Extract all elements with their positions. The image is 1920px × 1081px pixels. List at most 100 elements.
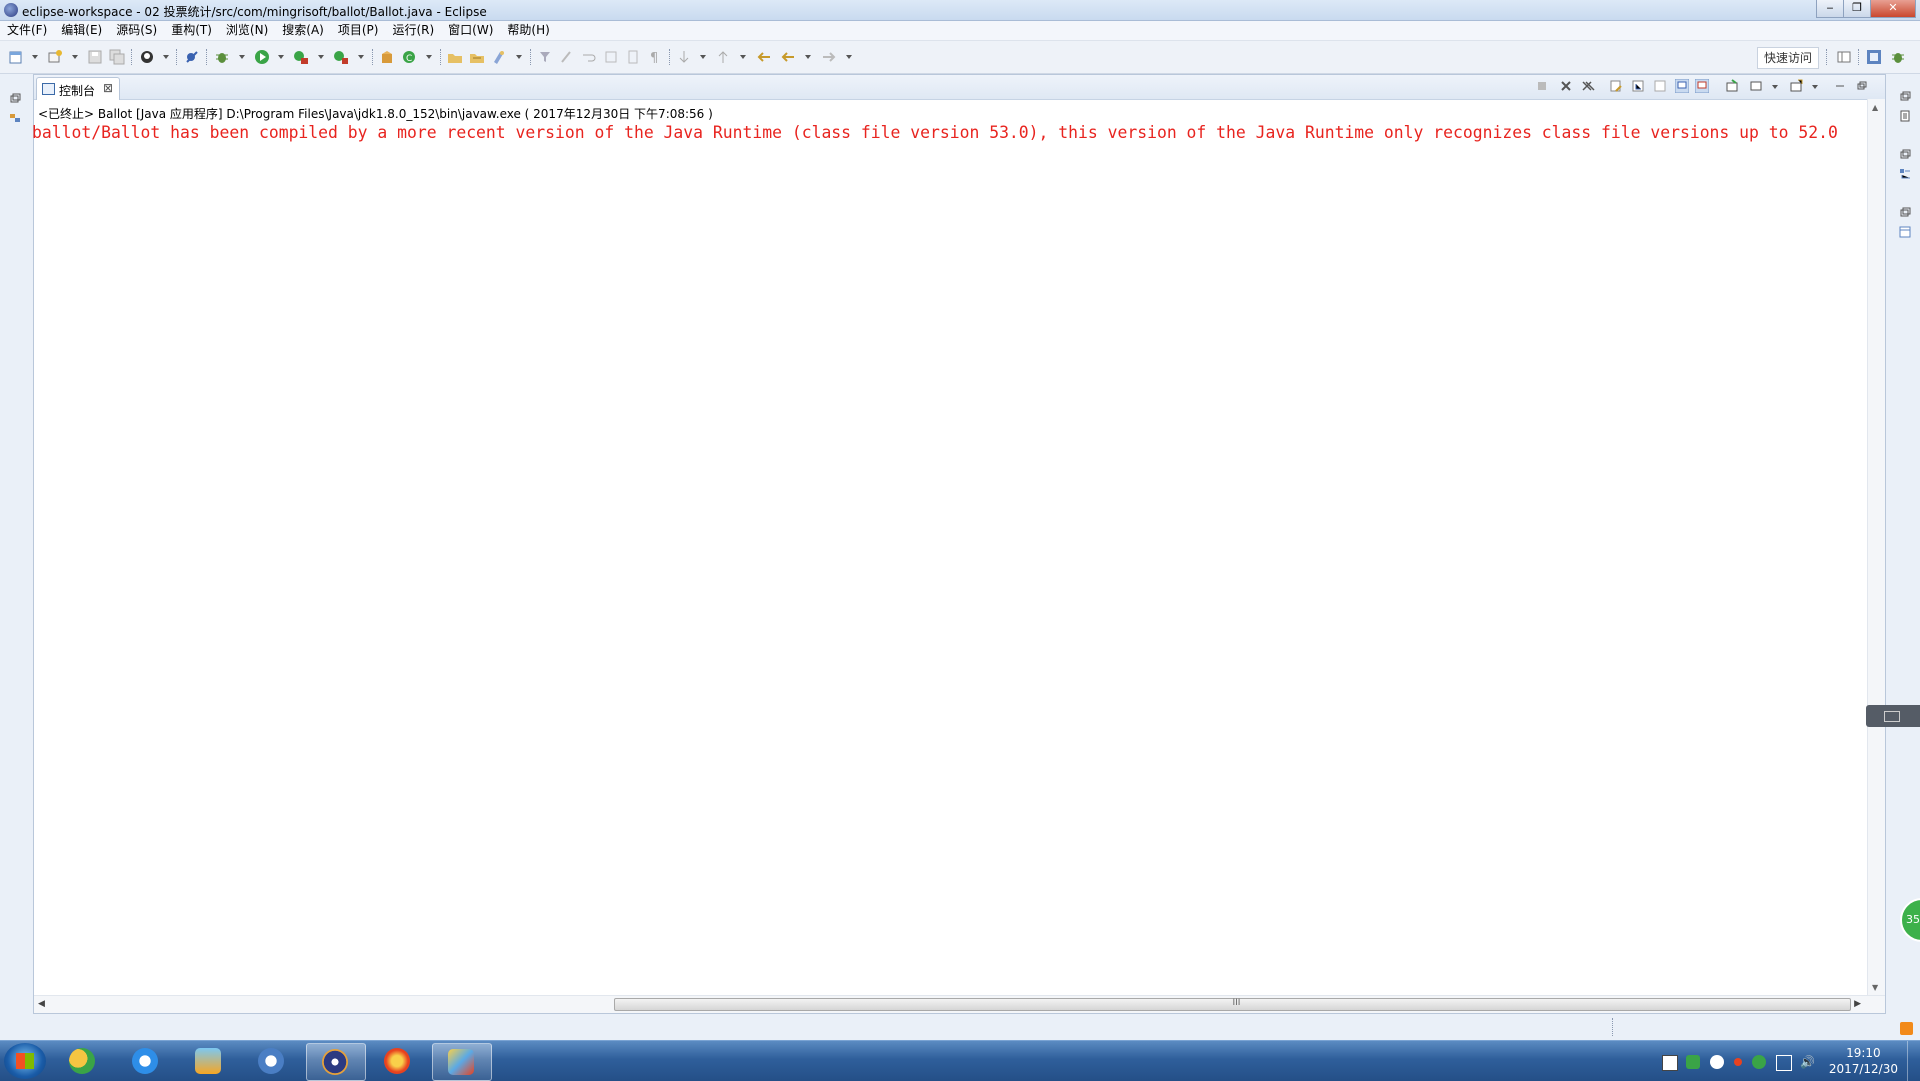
menu-help[interactable]: 帮助(H) [500,21,556,40]
next-annotation-icon[interactable] [676,49,692,65]
run-icon[interactable] [254,49,270,65]
toggle-mark-occurrences-icon[interactable] [537,49,553,65]
taskbar-clock[interactable]: 19:10 2017/12/30 [1829,1045,1898,1077]
terminate-icon[interactable] [1535,79,1549,93]
tab-console-label: 控制台 [59,84,96,98]
open-perspective-button-icon[interactable] [1836,49,1852,65]
scroll-up-icon[interactable]: ▲ [1872,103,1878,112]
qq-icon[interactable] [1710,1055,1724,1069]
scroll-right-icon[interactable]: ▶ [1854,999,1861,1009]
vertical-scrollbar[interactable]: ▲ ▼ [1867,99,1885,996]
toggle-word-wrap-icon[interactable] [581,49,597,65]
tab-console[interactable]: 控制台 ⊠ [36,77,120,100]
action-center-icon[interactable] [1776,1055,1792,1071]
menu-project[interactable]: 项目(P) [331,21,386,40]
last-edit-location-icon[interactable] [756,49,772,65]
taskbar-app-cloud[interactable] [243,1043,301,1079]
restore-icon[interactable] [1899,148,1911,160]
show-desktop-button[interactable] [1907,1041,1920,1081]
console-error-output[interactable]: ballot/Ballot has been compiled by a mor… [32,123,1870,142]
scroll-lock-icon[interactable] [1631,79,1645,93]
open-type-icon[interactable] [447,49,463,65]
close-icon[interactable]: ⊠ [103,81,113,95]
menu-refactor[interactable]: 重构(T) [164,21,219,40]
restore-icon[interactable] [1899,206,1911,218]
console-view: 控制台 ⊠ <已终止> Ballot [Java 应用程序] D:\Progra… [32,74,1886,1014]
external-tools-icon[interactable] [333,49,349,65]
taskbar-app-ie[interactable] [117,1043,175,1079]
maximize-button[interactable]: ❐ [1843,0,1871,18]
record-icon[interactable] [1734,1058,1742,1066]
clear-console-icon[interactable] [1609,79,1623,93]
coverage-icon[interactable] [293,49,309,65]
windows-logo-icon [16,1053,34,1069]
outline-icon[interactable] [1899,168,1911,180]
network-status-icon[interactable] [1662,1055,1678,1071]
console-tabbar: 控制台 ⊠ [34,75,1885,100]
ime-float-toolbar[interactable] [1866,705,1920,727]
save-all-icon[interactable] [109,49,125,65]
save-icon[interactable] [87,49,103,65]
restore-icon[interactable] [9,92,21,104]
show-on-stdout-icon[interactable] [1675,79,1689,93]
scroll-left-icon[interactable]: ◀ [38,999,45,1009]
problems-icon[interactable] [1899,226,1911,238]
menu-edit[interactable]: 编辑(E) [54,21,109,40]
task-list-icon[interactable] [1899,110,1911,122]
volume-icon[interactable]: 🔊 [1800,1055,1815,1069]
scroll-grip: III [1232,998,1241,1008]
window-titlebar[interactable]: eclipse-workspace - 02 投票统计/src/com/ming… [0,0,1920,21]
java-perspective-icon[interactable] [1866,49,1882,65]
menu-bar: 文件(F) 编辑(E) 源码(S) 重构(T) 浏览(N) 搜索(A) 项目(P… [0,21,1920,41]
package-explorer-icon[interactable] [9,112,21,124]
taskbar-app-messenger[interactable] [54,1043,112,1079]
forward-icon[interactable] [821,49,837,65]
word-wrap-icon[interactable] [1653,79,1667,93]
maximize-view-icon[interactable] [1855,79,1869,93]
sogou-input-icon[interactable] [1686,1055,1700,1069]
menu-window[interactable]: 窗口(W) [441,21,500,40]
taskbar-app-sun[interactable] [369,1043,427,1079]
open-console-icon[interactable] [1789,79,1803,93]
display-selected-console-icon[interactable] [1749,79,1763,93]
menu-run[interactable]: 运行(R) [385,21,441,40]
minimize-view-icon[interactable] [1833,79,1847,93]
remove-launch-icon[interactable] [1559,79,1573,93]
debug-perspective-icon[interactable] [1890,49,1906,65]
taskbar-app-eclipse[interactable] [306,1043,366,1081]
new-project-icon[interactable] [47,49,63,65]
new-java-package-icon[interactable] [379,49,395,65]
close-button[interactable]: ✕ [1870,0,1916,18]
toggle-block-selection-icon[interactable] [559,49,575,65]
remove-all-terminated-icon[interactable] [1581,79,1595,93]
toggle-breadcrumb-icon[interactable] [625,49,641,65]
minimize-button[interactable]: ‒ [1816,0,1844,18]
start-button[interactable] [4,1043,46,1079]
previous-annotation-icon[interactable] [715,49,731,65]
horizontal-scrollbar[interactable]: ◀ III ▶ [34,995,1885,1013]
taskbar-app-notes[interactable] [180,1043,238,1079]
taskbar-app-paint[interactable] [432,1043,492,1081]
open-task-icon[interactable] [469,49,485,65]
security-icon[interactable] [1752,1055,1766,1069]
show-on-stderr-icon[interactable] [1695,79,1709,93]
menu-navigate[interactable]: 浏览(N) [219,21,275,40]
menu-file[interactable]: 文件(F) [0,21,54,40]
open-perspective-icon[interactable] [139,49,155,65]
restore-icon[interactable] [1899,90,1911,102]
show-whitespace-icon[interactable] [603,49,619,65]
pin-console-icon[interactable] [1725,79,1739,93]
menu-search[interactable]: 搜索(A) [275,21,331,40]
new-icon[interactable] [8,49,24,65]
pilcrow-icon[interactable]: ¶ [647,49,663,65]
quick-access-field[interactable]: 快速访问 [1757,47,1819,69]
search-icon[interactable] [491,49,507,65]
back-icon[interactable] [780,49,796,65]
skip-breakpoints-icon[interactable] [184,49,200,65]
new-java-class-icon[interactable]: C [401,49,417,65]
menu-source[interactable]: 源码(S) [109,21,164,40]
horizontal-scroll-thumb[interactable]: III [614,998,1851,1011]
rss-icon[interactable] [1900,1022,1913,1035]
scroll-down-icon[interactable]: ▼ [1872,983,1878,992]
debug-icon[interactable] [214,49,230,65]
